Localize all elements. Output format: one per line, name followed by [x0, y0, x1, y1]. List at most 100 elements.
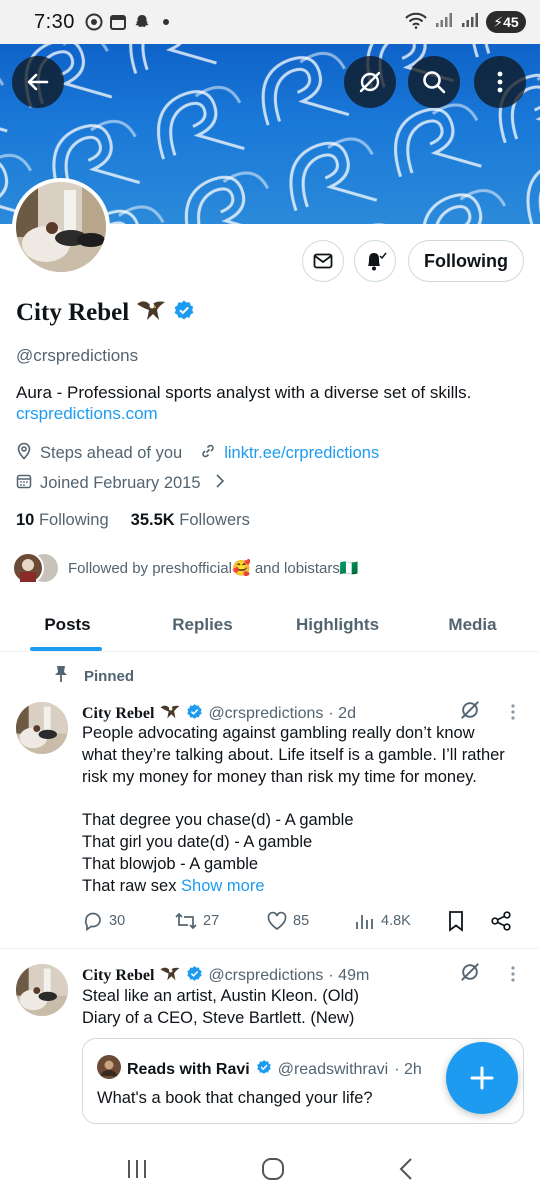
follower-avatar-1	[12, 552, 44, 584]
post-line: Diary of a CEO, Steve Bartlett. (New)	[82, 1008, 355, 1027]
joined-row[interactable]: Joined February 2015	[16, 473, 225, 494]
more-vertical-icon	[511, 966, 515, 982]
grok-icon	[461, 963, 479, 981]
verified-badge-icon	[173, 299, 195, 326]
wifi-icon	[404, 11, 428, 34]
eagle-emoji-icon	[135, 296, 167, 329]
bookmark-icon	[449, 911, 463, 932]
post-line: Steal like an artist, Austin Kleon. (Old…	[82, 987, 359, 1005]
chevron-right-icon	[215, 474, 225, 493]
profile-name-row: City Rebel	[16, 296, 195, 329]
followed-by-row[interactable]: Followed by preshofficial🥰 and lobistars…	[12, 552, 359, 584]
signal-icon-2	[460, 11, 480, 34]
views-icon	[356, 915, 373, 929]
views-button[interactable]: 4.8K	[354, 910, 411, 932]
status-bar: 7:30 ⚡ 45	[0, 0, 540, 44]
post-time: · 2d	[328, 705, 356, 722]
grok-post-button[interactable]	[458, 960, 482, 989]
home-circle-icon	[261, 1157, 284, 1180]
message-button[interactable]	[302, 240, 344, 282]
snapchat-icon	[133, 13, 151, 31]
eagle-emoji-icon	[159, 964, 181, 988]
following-count: 10	[16, 511, 35, 529]
show-more-link[interactable]: Show more	[181, 877, 264, 895]
grok-icon	[359, 71, 381, 93]
repost-icon	[175, 912, 197, 930]
tab-media[interactable]: Media	[405, 598, 540, 651]
profile-handle: @crspredictions	[16, 346, 139, 365]
tab-posts[interactable]: Posts	[0, 598, 135, 651]
verified-badge-icon	[186, 703, 203, 725]
follow-counts: 10 Following 35.5K Followers	[16, 511, 250, 530]
tab-replies[interactable]: Replies	[135, 598, 270, 651]
heart-icon	[267, 911, 287, 931]
share-icon	[491, 911, 511, 931]
quote-text: What's a book that changed your life?	[97, 1089, 373, 1107]
post-avatar[interactable]	[16, 964, 68, 1016]
more-options-button[interactable]	[474, 56, 526, 108]
battery-indicator: ⚡ 45	[486, 11, 526, 33]
following-label: Following	[38, 511, 109, 529]
post-author-name[interactable]: City Rebel	[82, 967, 154, 985]
pinned-label: Pinned	[84, 667, 135, 685]
followers-count: 35.5K	[130, 511, 175, 529]
search-button[interactable]	[408, 56, 460, 108]
bell-check-icon	[368, 252, 387, 271]
post-body[interactable]: People advocating against gambling reall…	[82, 723, 532, 897]
grok-button[interactable]	[344, 56, 396, 108]
followed-by-text: Followed by preshofficial🥰 and lobistars…	[68, 560, 359, 577]
bio-link[interactable]: crspredictions.com	[16, 404, 158, 424]
post-line-last: That raw sex Show more	[82, 876, 532, 898]
tab-highlights[interactable]: Highlights	[270, 598, 405, 651]
bookmark-button[interactable]	[446, 910, 466, 932]
reply-button[interactable]: 30	[82, 910, 125, 932]
quote-avatar	[97, 1055, 121, 1084]
quote-header: Reads with Ravi @readswithravi · 2h	[97, 1055, 422, 1084]
location-pin-icon	[16, 442, 32, 465]
notifications-button[interactable]	[354, 240, 396, 282]
followers-count-link[interactable]: 35.5K Followers	[131, 511, 250, 530]
recent-apps-icon	[128, 1159, 147, 1178]
reply-count: 30	[109, 913, 126, 929]
back-button[interactable]	[12, 56, 64, 108]
tab-label: Highlights	[295, 614, 380, 634]
recent-apps-button[interactable]	[125, 1158, 149, 1185]
quote-author-handle: @readswithravi	[277, 1060, 389, 1078]
compose-post-button[interactable]	[446, 1042, 518, 1114]
back-nav-button[interactable]	[397, 1156, 415, 1187]
like-button[interactable]: 85	[266, 910, 309, 932]
avatar-photo	[16, 182, 106, 272]
tab-label: Media	[448, 614, 497, 634]
post-header: City Rebel @crspredictions · 49m	[82, 964, 369, 988]
arrow-left-icon	[27, 73, 49, 91]
pin-icon	[54, 665, 68, 687]
post-body[interactable]: Steal like an artist, Austin Kleon. (Old…	[82, 986, 532, 1030]
post-author-name[interactable]: City Rebel	[82, 705, 154, 723]
following-button[interactable]: Following	[408, 240, 524, 282]
signal-icon	[434, 11, 454, 34]
post-line: People advocating against gambling reall…	[82, 724, 475, 742]
profile-tabs: Posts Replies Highlights Media	[0, 598, 540, 652]
follower-avatars	[12, 552, 60, 584]
post-line: That girl you date(d) - A gamble	[82, 832, 313, 851]
repost-button[interactable]: 27	[174, 910, 219, 932]
system-icons: ⚡ 45	[404, 11, 526, 34]
post-line-blank	[82, 788, 532, 810]
post-author-handle: @crspredictions	[208, 705, 324, 722]
quote-author-name: Reads with Ravi	[127, 1060, 250, 1078]
battery-level: 45	[503, 14, 519, 30]
tab-label: Replies	[172, 614, 233, 634]
following-count-link[interactable]: 10 Following	[16, 511, 109, 530]
profile-avatar[interactable]	[12, 178, 110, 276]
home-button[interactable]	[260, 1156, 286, 1187]
website-link[interactable]: linktr.ee/crpredictions	[224, 444, 379, 463]
post-avatar[interactable]	[16, 702, 68, 754]
dot-icon	[157, 13, 175, 31]
followers-label: Followers	[179, 511, 250, 529]
plus-icon	[470, 1066, 494, 1090]
profile-meta-row: Steps ahead of you linktr.ee/crpredictio…	[16, 442, 379, 465]
tab-label: Posts	[44, 614, 91, 634]
link-icon	[200, 443, 216, 464]
verified-badge-icon	[186, 965, 203, 987]
share-button[interactable]	[490, 910, 512, 932]
